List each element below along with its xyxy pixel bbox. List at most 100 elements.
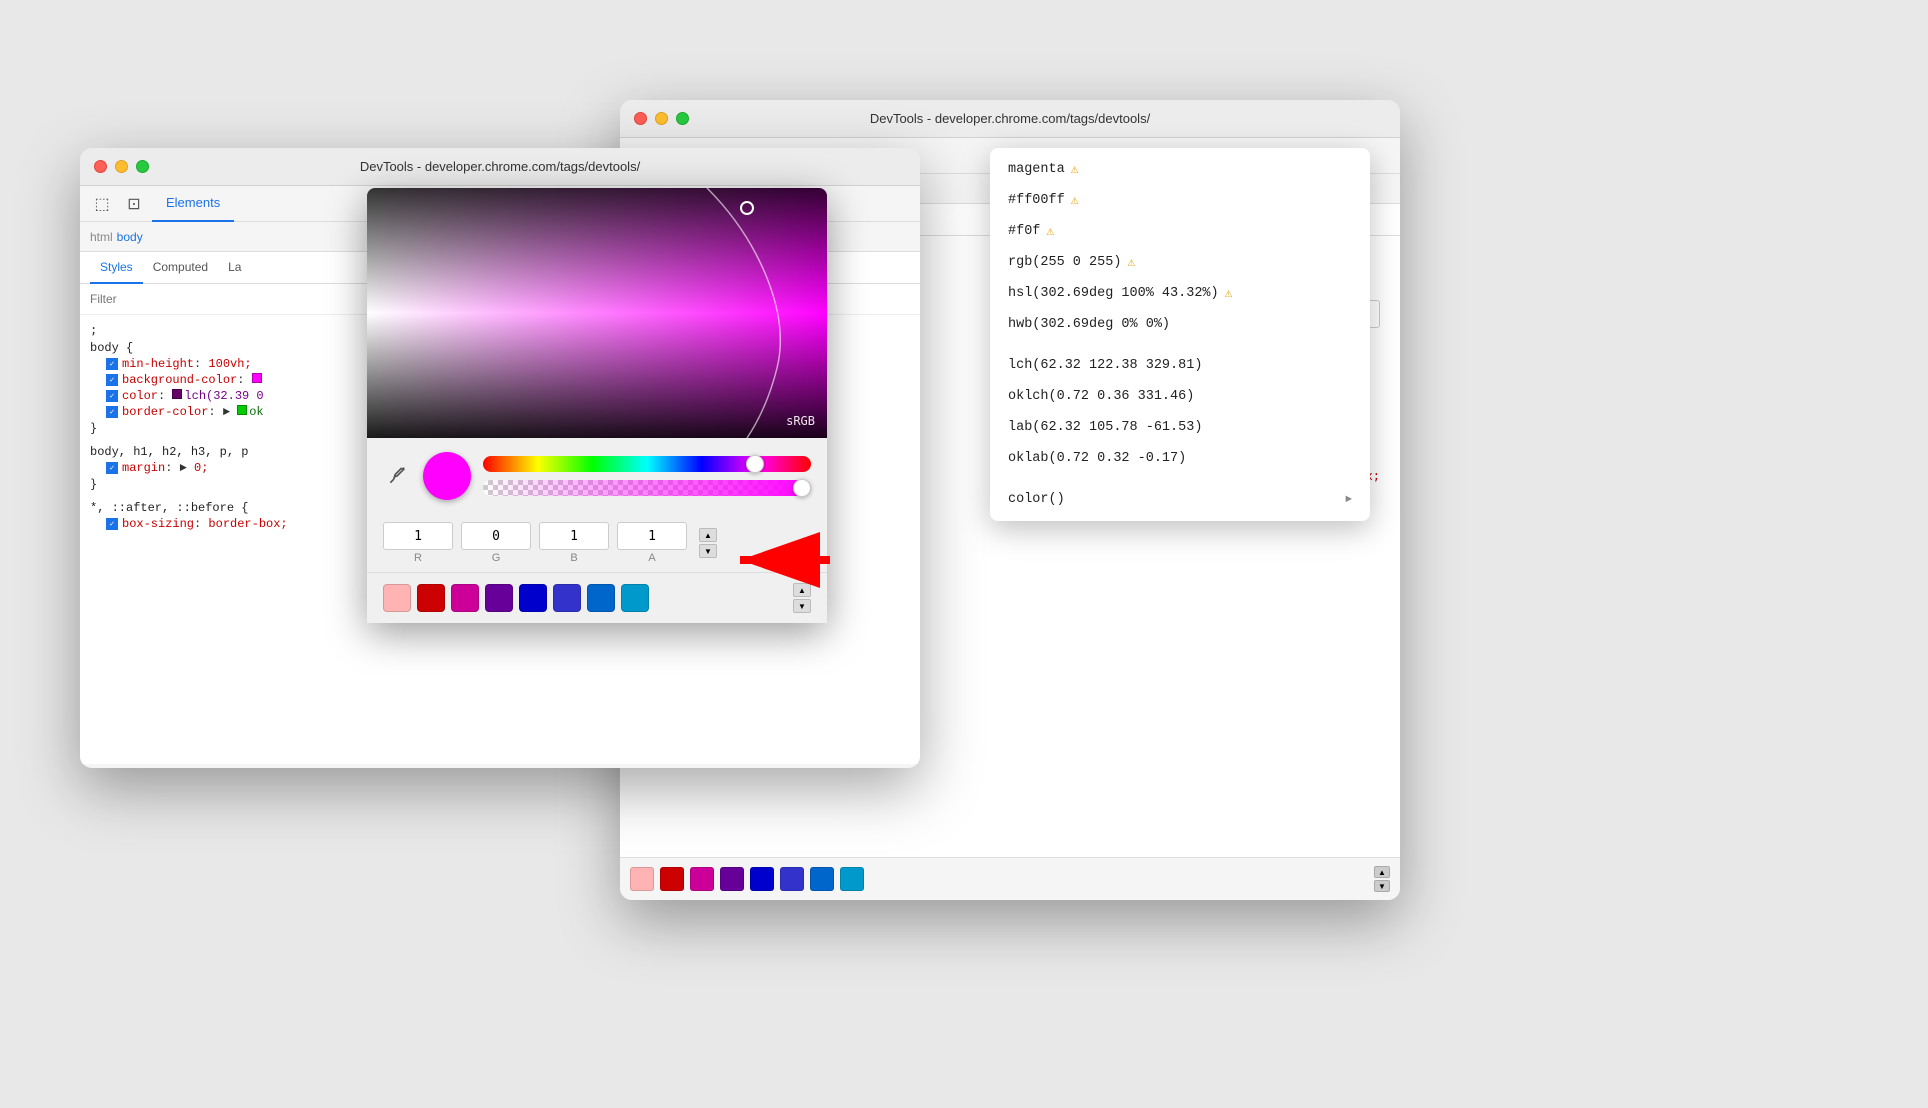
swatch-2[interactable] <box>451 584 479 612</box>
front-titlebar: DevTools - developer.chrome.com/tags/dev… <box>80 148 920 186</box>
dropdown-item-oklch[interactable]: oklch(0.72 0.36 331.46) <box>990 381 1370 412</box>
hue-thumb[interactable] <box>746 455 764 473</box>
front-cursor-icon[interactable]: ⬚ <box>88 190 116 218</box>
swatch-7[interactable] <box>621 584 649 612</box>
alpha-slider[interactable] <box>483 480 811 496</box>
dropdown-item-hwb[interactable]: hwb(302.69deg 0% 0%) <box>990 309 1370 340</box>
a-input[interactable] <box>617 522 687 550</box>
front-close-button[interactable] <box>94 160 107 173</box>
back-swatches-row: ▲ ▼ <box>620 857 1400 900</box>
b-label: B <box>570 552 577 564</box>
color-picker-popup: sRGB R G <box>367 188 827 623</box>
color-arrow-icon: ► <box>1345 494 1352 506</box>
front-tab-elements[interactable]: Elements <box>152 186 234 222</box>
a-label: A <box>648 552 655 564</box>
b-input[interactable] <box>539 522 609 550</box>
back-swatch-6[interactable] <box>810 867 834 891</box>
border-color-swatch[interactable] <box>237 405 247 415</box>
g-label: G <box>492 552 501 564</box>
prop-checkbox-min-height[interactable] <box>106 358 118 370</box>
back-window-title: DevTools - developer.chrome.com/tags/dev… <box>870 111 1150 126</box>
dropdown-item-f0f[interactable]: #f0f ⚠ <box>990 216 1370 247</box>
eyedropper-icon <box>387 466 407 486</box>
front-inspect-icon[interactable]: ⊡ <box>120 190 148 218</box>
dropdown-item-rgb[interactable]: rgb(255 0 255) ⚠ <box>990 247 1370 278</box>
prop-checkbox-box-sizing[interactable] <box>106 518 118 530</box>
color-format-dropdown: magenta ⚠ #ff00ff ⚠ #f0f ⚠ rgb(255 0 255… <box>990 148 1370 521</box>
swatch-1[interactable] <box>417 584 445 612</box>
front-traffic-lights[interactable] <box>94 160 149 173</box>
prop-checkbox-margin[interactable] <box>106 462 118 474</box>
bg-color-swatch[interactable] <box>252 373 262 383</box>
color-preview[interactable] <box>423 452 471 500</box>
warning-icon-ff00ff: ⚠ <box>1071 193 1079 208</box>
g-field: G <box>461 522 531 564</box>
r-field: R <box>383 522 453 564</box>
dropdown-divider-2 <box>990 474 1370 484</box>
dropdown-item-lab[interactable]: lab(62.32 105.78 -61.53) <box>990 412 1370 443</box>
spectrum-cursor[interactable] <box>740 201 754 215</box>
r-input[interactable] <box>383 522 453 550</box>
r-label: R <box>414 552 422 564</box>
spinner-up[interactable]: ▲ <box>699 528 717 542</box>
sliders-container <box>483 456 811 496</box>
warning-icon-hsl: ⚠ <box>1225 286 1233 301</box>
b-field: B <box>539 522 609 564</box>
back-swatches-up[interactable]: ▲ <box>1374 866 1390 878</box>
front-breadcrumb-body[interactable]: body <box>117 230 143 244</box>
dropdown-item-magenta[interactable]: magenta ⚠ <box>990 154 1370 185</box>
g-input[interactable] <box>461 522 531 550</box>
dropdown-item-ff00ff[interactable]: #ff00ff ⚠ <box>990 185 1370 216</box>
color-swatch[interactable] <box>172 389 182 399</box>
color-spectrum[interactable]: sRGB <box>367 188 827 438</box>
swatch-3[interactable] <box>485 584 513 612</box>
front-maximize-button[interactable] <box>136 160 149 173</box>
back-swatch-1[interactable] <box>660 867 684 891</box>
swatch-0[interactable] <box>383 584 411 612</box>
eyedropper-button[interactable] <box>383 462 411 490</box>
front-window-title: DevTools - developer.chrome.com/tags/dev… <box>360 159 640 174</box>
rgba-inputs: R G B A ▲ ▼ <box>367 514 827 572</box>
back-swatch-4[interactable] <box>750 867 774 891</box>
front-breadcrumb-html[interactable]: html <box>90 230 113 244</box>
warning-icon-rgb: ⚠ <box>1127 255 1135 270</box>
srgb-label: sRGB <box>786 414 815 428</box>
dropdown-item-lch[interactable]: lch(62.32 122.38 329.81) <box>990 350 1370 381</box>
prop-checkbox-color[interactable] <box>106 390 118 402</box>
warning-icon-magenta: ⚠ <box>1071 162 1079 177</box>
swatch-6[interactable] <box>587 584 615 612</box>
prop-checkbox-bg[interactable] <box>106 374 118 386</box>
back-swatches-down[interactable]: ▼ <box>1374 880 1390 892</box>
back-maximize-button[interactable] <box>676 112 689 125</box>
dropdown-divider-1 <box>990 340 1370 350</box>
front-tab-la[interactable]: La <box>218 252 251 284</box>
back-swatch-2[interactable] <box>690 867 714 891</box>
dropdown-item-color[interactable]: color() ► <box>990 484 1370 515</box>
hue-slider[interactable] <box>483 456 811 472</box>
spinner-down[interactable]: ▼ <box>699 544 717 558</box>
back-swatch-3[interactable] <box>720 867 744 891</box>
swatches-down[interactable]: ▼ <box>793 599 811 613</box>
prop-checkbox-border[interactable] <box>106 406 118 418</box>
a-field: A <box>617 522 687 564</box>
front-tab-styles[interactable]: Styles <box>90 252 143 284</box>
swatch-4[interactable] <box>519 584 547 612</box>
swatch-5[interactable] <box>553 584 581 612</box>
back-swatch-7[interactable] <box>840 867 864 891</box>
back-swatch-5[interactable] <box>780 867 804 891</box>
back-close-button[interactable] <box>634 112 647 125</box>
swatches-up[interactable]: ▲ <box>793 583 811 597</box>
color-controls <box>367 438 827 514</box>
back-minimize-button[interactable] <box>655 112 668 125</box>
front-tab-computed[interactable]: Computed <box>143 252 218 284</box>
color-swatches-row: ▲ ▼ <box>367 572 827 623</box>
dropdown-item-hsl[interactable]: hsl(302.69deg 100% 43.32%) ⚠ <box>990 278 1370 309</box>
gamut-curve <box>367 188 827 438</box>
warning-icon-f0f: ⚠ <box>1046 224 1054 239</box>
back-swatch-0[interactable] <box>630 867 654 891</box>
front-minimize-button[interactable] <box>115 160 128 173</box>
alpha-thumb[interactable] <box>793 479 811 497</box>
back-traffic-lights[interactable] <box>634 112 689 125</box>
back-titlebar: DevTools - developer.chrome.com/tags/dev… <box>620 100 1400 138</box>
dropdown-item-oklab[interactable]: oklab(0.72 0.32 -0.17) <box>990 443 1370 474</box>
